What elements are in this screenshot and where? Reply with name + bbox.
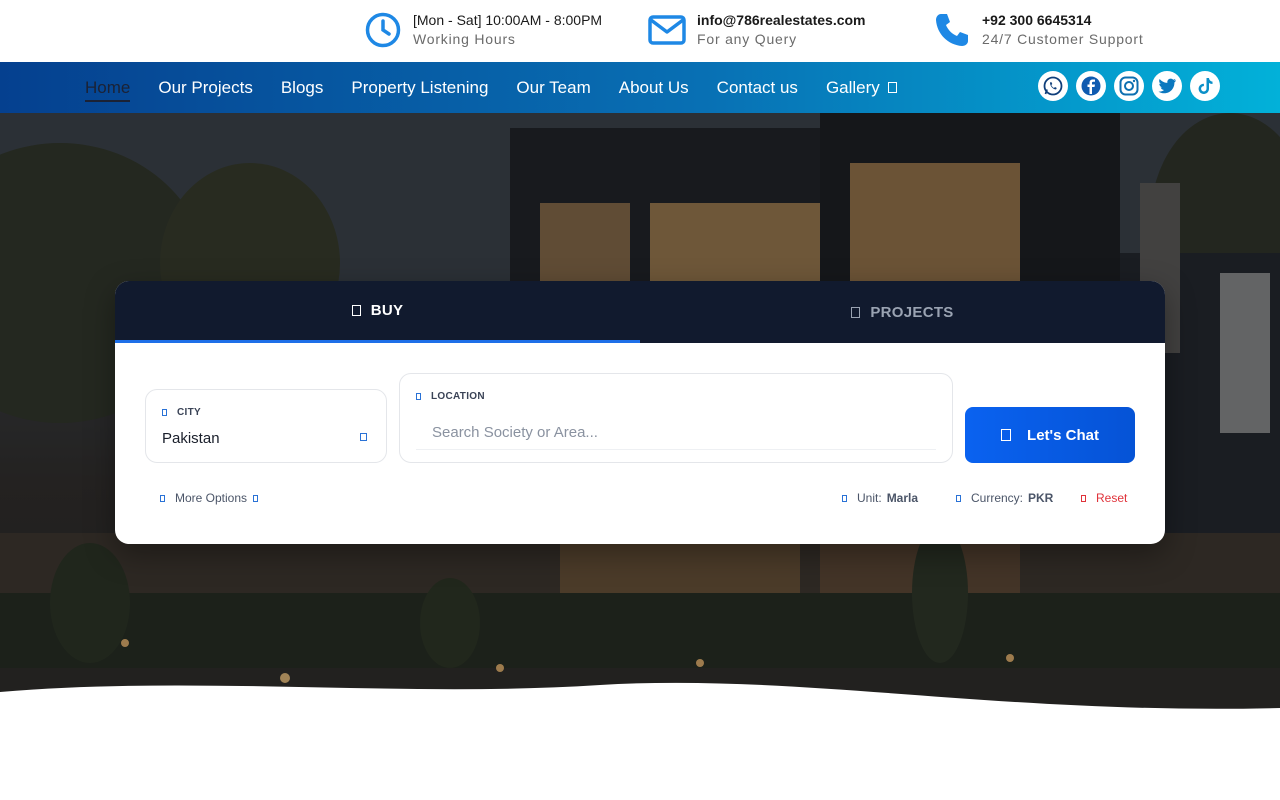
dropdown-caret-icon	[887, 82, 897, 93]
nav-item-home[interactable]: Home	[85, 77, 131, 102]
more-options-label: More Options	[175, 491, 248, 505]
nav-menu: Home Our Projects Blogs Property Listeni…	[85, 62, 925, 113]
ruler-icon	[842, 494, 847, 502]
phone-number[interactable]: +92 300 6645314	[982, 11, 1144, 29]
whatsapp-icon[interactable]	[1038, 71, 1068, 101]
location-field: LOCATION	[399, 373, 953, 463]
location-pin-icon	[416, 393, 421, 400]
location-label: LOCATION	[431, 391, 485, 402]
reset-button[interactable]: Reset	[1081, 491, 1127, 505]
currency-label: Currency:	[971, 491, 1024, 505]
clock-icon	[363, 10, 403, 50]
more-options-toggle[interactable]: More Options	[160, 491, 259, 505]
working-hours-label: Working Hours	[413, 31, 516, 47]
nav-item-our-projects[interactable]: Our Projects	[158, 77, 252, 99]
hero-wave-divider	[0, 682, 1280, 800]
main-navbar: Home Our Projects Blogs Property Listeni…	[0, 62, 1280, 113]
nav-item-contact-us[interactable]: Contact us	[717, 77, 798, 99]
city-label-row: CITY	[162, 407, 201, 418]
location-label-row: LOCATION	[416, 391, 485, 402]
nav-item-gallery[interactable]: Gallery	[826, 77, 897, 99]
working-hours-info: [Mon - Sat] 10:00AM - 8:00PM Working Hou…	[363, 10, 602, 50]
nav-item-about-us[interactable]: About Us	[619, 77, 689, 99]
instagram-icon[interactable]	[1114, 71, 1144, 101]
chevron-down-icon	[360, 433, 367, 441]
mail-icon	[647, 10, 687, 50]
city-icon	[162, 409, 167, 416]
search-tabs: BUY PROJECTS	[115, 281, 1165, 343]
tab-projects-label: PROJECTS	[870, 303, 954, 321]
top-info-bar: [Mon - Sat] 10:00AM - 8:00PM Working Hou…	[0, 0, 1280, 62]
tab-buy-label: BUY	[370, 302, 404, 319]
email-label: For any Query	[697, 31, 797, 47]
unit-selector[interactable]: Unit: Marla	[842, 491, 918, 505]
location-search-input[interactable]	[416, 416, 936, 450]
currency-icon	[956, 494, 961, 502]
city-value: Pakistan	[162, 430, 220, 447]
property-search-card: BUY PROJECTS CITY Pakistan LOCATION Let'…	[115, 281, 1165, 544]
reset-label: Reset	[1096, 491, 1128, 505]
phone-label: 24/7 Customer Support	[982, 31, 1144, 47]
nav-item-our-team[interactable]: Our Team	[516, 77, 590, 99]
tab-projects[interactable]: PROJECTS	[640, 281, 1165, 343]
nav-item-gallery-label: Gallery	[825, 77, 880, 97]
sliders-icon	[160, 494, 165, 502]
email-address[interactable]: info@786realestates.com	[697, 11, 866, 29]
chevron-down-icon	[253, 494, 259, 502]
tab-buy[interactable]: BUY	[115, 281, 640, 343]
unit-value: Marla	[886, 491, 919, 505]
city-label: CITY	[177, 407, 201, 418]
nav-item-property-listening[interactable]: Property Listening	[351, 77, 488, 99]
email-info: info@786realestates.com For any Query	[647, 10, 866, 50]
lets-chat-button[interactable]: Let's Chat	[965, 407, 1135, 463]
phone-info: +92 300 6645314 24/7 Customer Support	[932, 10, 1144, 50]
currency-selector[interactable]: Currency: PKR	[956, 491, 1053, 505]
nav-item-blogs[interactable]: Blogs	[281, 77, 324, 99]
facebook-icon[interactable]	[1076, 71, 1106, 101]
currency-value: PKR	[1028, 491, 1054, 505]
twitter-icon[interactable]	[1152, 71, 1182, 101]
phone-icon	[932, 10, 972, 50]
working-hours-time: [Mon - Sat] 10:00AM - 8:00PM	[413, 12, 603, 28]
lets-chat-label: Let's Chat	[1027, 426, 1099, 444]
tiktok-icon[interactable]	[1190, 71, 1220, 101]
building-icon	[851, 306, 861, 318]
chat-icon	[1001, 429, 1012, 441]
home-icon	[351, 305, 361, 316]
city-select[interactable]: CITY Pakistan	[145, 389, 387, 463]
social-links	[1038, 71, 1228, 101]
unit-label: Unit:	[857, 491, 882, 505]
reset-icon	[1081, 494, 1086, 502]
